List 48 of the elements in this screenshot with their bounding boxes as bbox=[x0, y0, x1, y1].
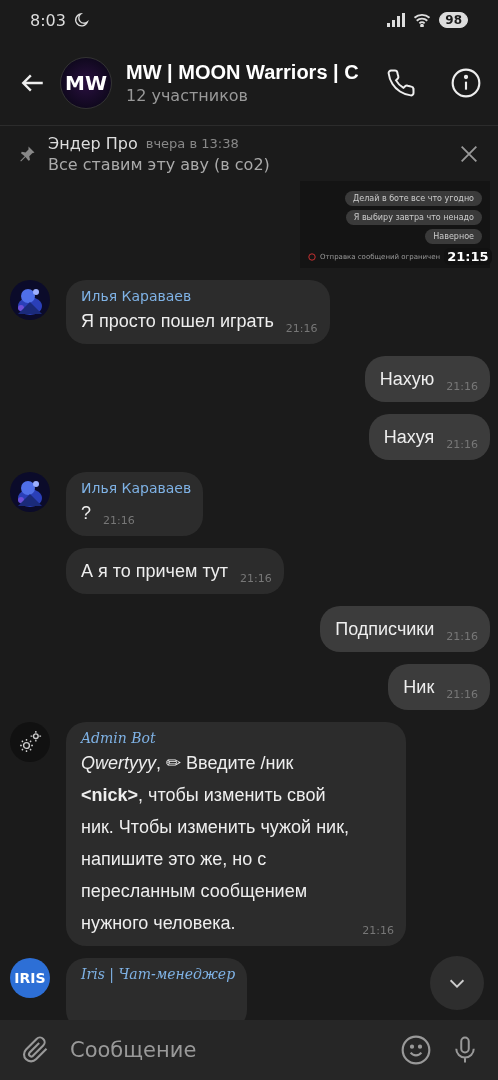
sender-name: Admin Bot bbox=[81, 729, 157, 747]
moon-icon bbox=[73, 12, 90, 28]
sender-name: Илья Караваев bbox=[81, 287, 193, 305]
phone-icon bbox=[386, 67, 416, 98]
message-text: Ник bbox=[403, 676, 435, 699]
message-text: ? bbox=[81, 502, 91, 525]
message-time: 21:16 bbox=[446, 438, 478, 451]
info-button[interactable] bbox=[450, 66, 482, 99]
wifi-icon bbox=[413, 13, 432, 27]
pinned-date: вчера в 13:38 bbox=[145, 135, 239, 151]
chat-title: MW | MOON Warriors | С bbox=[126, 60, 360, 84]
pinned-author: Эндер Про bbox=[48, 133, 138, 153]
sender-name: Iris | Чат-менеджер bbox=[81, 965, 236, 983]
message-input[interactable]: Сообщение bbox=[68, 1037, 382, 1063]
message-text: Qwertyyy, ✏ Введите /ник <nick>, чтобы изменить свой ник. Чтобы изменить чужой ник, напишите это же, но с пересланным сообщением нужного человека. bbox=[81, 752, 351, 935]
screenshot-bubble: Делай в боте все что угодно bbox=[344, 191, 482, 206]
clock: 8:03 bbox=[30, 10, 66, 30]
attach-button[interactable] bbox=[22, 1036, 50, 1064]
message-time: 21:16 bbox=[446, 380, 478, 393]
message-composer[interactable]: Сообщение bbox=[0, 1020, 498, 1080]
message-text: Нахуя bbox=[383, 426, 435, 449]
bot-avatar: IRIS bbox=[10, 958, 50, 998]
info-icon bbox=[450, 66, 482, 99]
pin-icon bbox=[18, 144, 36, 163]
smiley-icon bbox=[400, 1034, 432, 1066]
alert-icon bbox=[308, 252, 316, 261]
member-count: 12 участников bbox=[126, 85, 250, 105]
message-time: 21:16 bbox=[103, 514, 135, 527]
screenshot-bubble: Я выбиру завтра что ненадо bbox=[345, 210, 482, 225]
pinned-message: Все ставим эту аву (в со2) bbox=[48, 154, 271, 174]
group-avatar: MW bbox=[60, 56, 112, 109]
message-time: 21:16 bbox=[240, 572, 272, 585]
message-time: 21:16 bbox=[446, 688, 478, 701]
emoji-button[interactable] bbox=[400, 1034, 432, 1066]
call-button[interactable] bbox=[386, 67, 416, 98]
message-text: А я то причем тут bbox=[81, 560, 229, 583]
message-text: Я просто пошел играть bbox=[81, 310, 274, 333]
message-time: 21:15 bbox=[444, 248, 492, 265]
signal-icon bbox=[387, 13, 406, 27]
message-text: Нахую bbox=[379, 368, 435, 391]
message-time: 21:16 bbox=[362, 924, 394, 937]
message-time: 21:16 bbox=[285, 322, 318, 335]
paperclip-icon bbox=[22, 1036, 50, 1064]
message-text: Подписчики bbox=[335, 618, 435, 641]
battery-indicator: 98 bbox=[439, 12, 468, 28]
screenshot-bubble: Наверное bbox=[425, 229, 482, 244]
message-time: 21:16 bbox=[446, 630, 478, 643]
sender-name: Илья Караваев bbox=[81, 479, 192, 497]
